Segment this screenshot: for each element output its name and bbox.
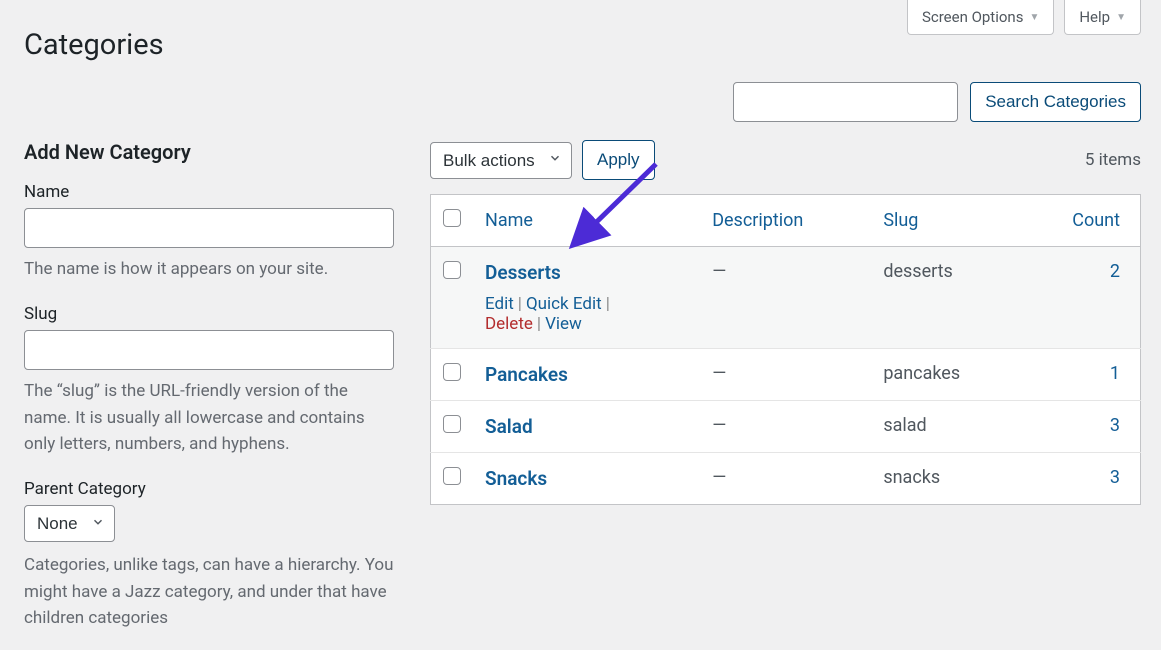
select-all-checkbox[interactable] [443,209,461,227]
slug-label: Slug [24,304,394,324]
table-row: Salad —salad 3 [431,401,1141,453]
parent-help: Categories, unlike tags, can have a hier… [24,552,394,631]
help-tab[interactable]: Help ▼ [1064,0,1141,35]
col-description[interactable]: Description [700,195,871,247]
chevron-down-icon: ▼ [1029,12,1039,23]
table-row: Desserts Edit|Quick Edit|Delete|View —dess… [431,247,1141,349]
row-title[interactable]: Pancakes [485,363,568,386]
row-actions: Edit|Quick Edit|Delete|View [485,294,688,334]
chevron-down-icon: ▼ [1116,12,1126,23]
row-title[interactable]: Snacks [485,467,547,490]
row-checkbox[interactable] [443,363,461,381]
screen-options-tab[interactable]: Screen Options ▼ [907,0,1054,35]
view-link[interactable]: View [545,314,582,334]
row-slug: desserts [871,247,1021,349]
name-help: The name is how it appears on your site. [24,256,394,282]
col-slug[interactable]: Slug [871,195,1021,247]
row-description: — [700,349,871,401]
row-title[interactable]: Desserts [485,261,561,284]
table-row: Pancakes —pancakes 1 [431,349,1141,401]
row-title[interactable]: Salad [485,415,533,438]
add-category-form: Add New Category Name The name is how it… [24,140,394,631]
slug-help: The “slug” is the URL-friendly version o… [24,378,394,457]
bulk-actions-select[interactable]: Bulk actions [430,142,572,179]
row-checkbox[interactable] [443,415,461,433]
table-row: Snacks —snacks 3 [431,453,1141,505]
form-title: Add New Category [24,140,394,164]
apply-button[interactable]: Apply [582,140,655,180]
row-description: — [700,401,871,453]
row-slug: snacks [871,453,1021,505]
row-count[interactable]: 2 [1110,261,1120,282]
slug-input[interactable] [24,330,394,370]
items-count: 5 items [1085,150,1141,170]
categories-table: Name Description Slug Count Desserts Edit… [430,194,1141,505]
row-checkbox[interactable] [443,261,461,279]
col-name[interactable]: Name [473,195,700,247]
quick-edit-link[interactable]: Quick Edit [526,294,602,314]
row-count[interactable]: 1 [1110,363,1120,384]
row-count[interactable]: 3 [1110,415,1120,436]
parent-select[interactable]: None [24,505,115,542]
delete-link[interactable]: Delete [485,314,533,334]
name-label: Name [24,182,394,202]
search-input[interactable] [733,82,958,122]
row-slug: salad [871,401,1021,453]
help-label: Help [1079,8,1110,26]
col-count[interactable]: Count [1021,195,1140,247]
search-button[interactable]: Search Categories [970,82,1141,122]
top-tabs: Screen Options ▼ Help ▼ [907,0,1141,35]
row-description: — [700,453,871,505]
row-checkbox[interactable] [443,467,461,485]
parent-label: Parent Category [24,479,394,499]
edit-link[interactable]: Edit [485,294,514,314]
search-row: Search Categories [0,82,1161,140]
row-count[interactable]: 3 [1110,467,1120,488]
name-input[interactable] [24,208,394,248]
screen-options-label: Screen Options [922,8,1024,26]
row-slug: pancakes [871,349,1021,401]
tablenav: Bulk actions Apply 5 items [430,140,1141,180]
row-description: — [700,247,871,349]
